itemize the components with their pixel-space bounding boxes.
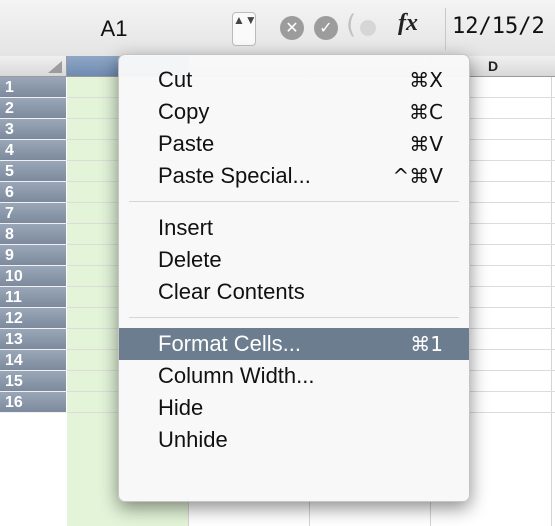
select-all-icon	[48, 61, 62, 73]
formula-input[interactable]: 12/15/2	[452, 14, 545, 39]
row-header[interactable]: 10	[0, 266, 66, 287]
row-header[interactable]: 3	[0, 119, 66, 140]
row-header[interactable]: 7	[0, 203, 66, 224]
menu-separator	[129, 317, 459, 318]
menu-item-label: Column Width...	[158, 363, 315, 388]
menu-item-label: Cut	[158, 67, 193, 92]
context-menu: Cut ⌘X Copy ⌘C Paste ⌘V Paste Special... ^⌘V Ins…	[118, 54, 470, 502]
menu-item-copy[interactable]: Copy ⌘C	[119, 96, 469, 128]
menu-item-cut[interactable]: Cut ⌘X	[119, 64, 469, 96]
row-header[interactable]: 1	[0, 77, 66, 98]
menu-item-label: Format Cells...	[158, 331, 302, 356]
row-header[interactable]: 16	[0, 392, 66, 413]
formula-bar-divider	[445, 8, 446, 50]
menu-item-label: Insert	[158, 215, 214, 240]
menu-item-column-width[interactable]: Column Width...	[119, 360, 469, 392]
menu-item-paste-special[interactable]: Paste Special... ^⌘V	[119, 160, 469, 192]
row-header[interactable]: 15	[0, 371, 66, 392]
name-box-stepper-icon[interactable]: ▲▼	[232, 12, 257, 46]
menu-item-label: Hide	[158, 395, 204, 420]
row-header[interactable]: 12	[0, 308, 66, 329]
menu-item-hide[interactable]: Hide	[119, 392, 469, 424]
function-paren-icon: (	[346, 10, 357, 40]
function-circle-icon	[360, 20, 376, 36]
formula-bar: A1 ▲▼ ✕ ✓ ( fx 12/15/2	[0, 0, 555, 57]
row-header[interactable]: 8	[0, 224, 66, 245]
menu-item-format-cells[interactable]: Format Cells... ⌘1	[119, 328, 469, 360]
cancel-icon[interactable]: ✕	[280, 16, 304, 40]
menu-item-shortcut: ^⌘V	[392, 164, 443, 188]
menu-item-insert[interactable]: Insert	[119, 212, 469, 244]
row-header[interactable]: 9	[0, 245, 66, 266]
menu-separator	[129, 201, 459, 202]
menu-item-label: Paste	[158, 131, 215, 156]
row-header[interactable]: 13	[0, 329, 66, 350]
menu-item-clear-contents[interactable]: Clear Contents	[119, 276, 469, 308]
row-header[interactable]: 11	[0, 287, 66, 308]
row-header[interactable]: 4	[0, 140, 66, 161]
row-headers: 1 2 3 4 5 6 7 8 9 10 11 12 13 14 15 16	[0, 77, 66, 413]
row-header[interactable]: 6	[0, 182, 66, 203]
menu-item-label: Clear Contents	[158, 279, 305, 304]
menu-item-label: Paste Special...	[158, 163, 311, 188]
menu-item-label: Copy	[158, 99, 210, 124]
menu-item-delete[interactable]: Delete	[119, 244, 469, 276]
row-header[interactable]: 14	[0, 350, 66, 371]
menu-item-shortcut: ⌘1	[410, 332, 443, 356]
menu-item-label: Delete	[158, 247, 222, 272]
row-header[interactable]: 2	[0, 98, 66, 119]
menu-item-paste[interactable]: Paste ⌘V	[119, 128, 469, 160]
select-all-corner[interactable]	[0, 56, 67, 76]
menu-item-shortcut: ⌘C	[409, 100, 443, 124]
accept-icon[interactable]: ✓	[314, 16, 338, 40]
menu-item-unhide[interactable]: Unhide	[119, 424, 469, 456]
menu-item-label: Unhide	[158, 427, 228, 452]
column-divider	[551, 77, 552, 526]
menu-item-shortcut: ⌘V	[409, 132, 443, 156]
insert-function-icon[interactable]: fx	[398, 10, 418, 37]
menu-item-shortcut: ⌘X	[409, 68, 443, 92]
row-header[interactable]: 5	[0, 161, 66, 182]
name-box[interactable]: A1	[4, 14, 224, 44]
